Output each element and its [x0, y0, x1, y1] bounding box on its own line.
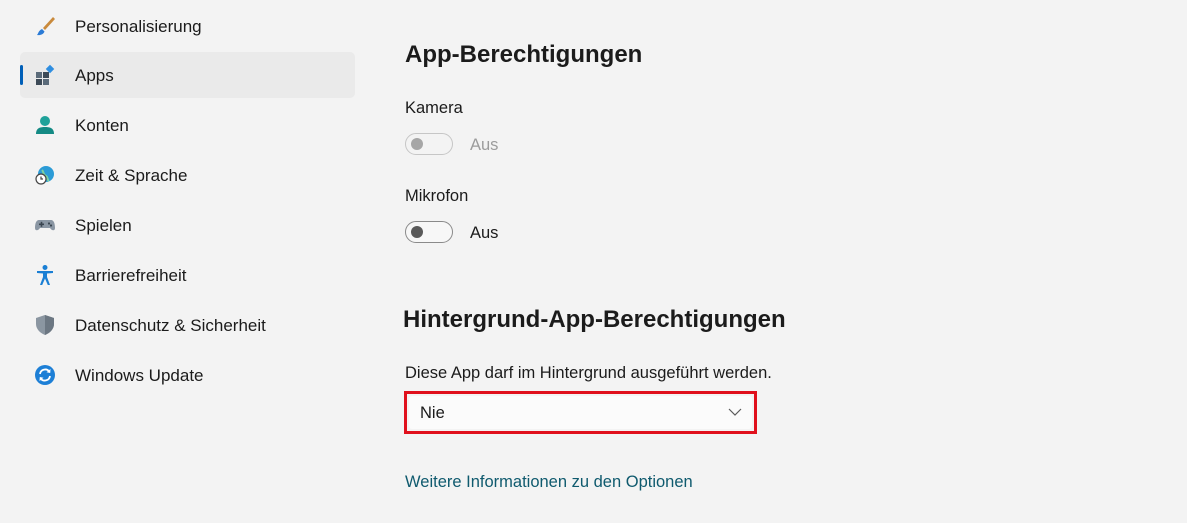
- toggle-knob: [411, 226, 423, 238]
- microphone-toggle-state: Aus: [470, 224, 499, 242]
- shield-icon: [34, 314, 56, 336]
- sidebar-item-zeit-sprache[interactable]: Zeit & Sprache: [20, 152, 355, 198]
- background-run-dropdown[interactable]: Nie: [409, 396, 752, 429]
- toggle-knob: [411, 138, 423, 150]
- sidebar-item-label: Konten: [75, 116, 129, 135]
- microphone-toggle[interactable]: [405, 221, 453, 243]
- sidebar-item-label: Spielen: [75, 216, 132, 235]
- sidebar-item-label: Windows Update: [75, 366, 204, 385]
- sidebar-item-datenschutz[interactable]: Datenschutz & Sicherheit: [20, 302, 355, 348]
- gamepad-icon: [34, 214, 56, 236]
- dropdown-selected-value: Nie: [420, 404, 445, 422]
- sidebar-item-label: Personalisierung: [75, 17, 202, 36]
- camera-label: Kamera: [405, 99, 463, 117]
- sidebar-item-apps[interactable]: Apps: [20, 52, 355, 98]
- sidebar-item-barrierefreiheit[interactable]: Barrierefreiheit: [20, 252, 355, 298]
- camera-toggle-state: Aus: [470, 136, 499, 154]
- sidebar-item-spielen[interactable]: Spielen: [20, 202, 355, 248]
- person-icon: [34, 114, 56, 136]
- globe-clock-icon: [34, 164, 56, 186]
- update-icon: [34, 364, 56, 386]
- app-permissions-heading: App-Berechtigungen: [405, 41, 643, 68]
- camera-toggle[interactable]: [405, 133, 453, 155]
- sidebar: Personalisierung Apps Konten Zeit & Spra…: [0, 0, 360, 523]
- sidebar-item-konten[interactable]: Konten: [20, 102, 355, 148]
- sidebar-item-label: Zeit & Sprache: [75, 166, 188, 185]
- sidebar-item-windows-update[interactable]: Windows Update: [20, 352, 355, 398]
- sidebar-item-label: Datenschutz & Sicherheit: [75, 316, 266, 335]
- paintbrush-icon: [34, 15, 56, 37]
- background-description: Diese App darf im Hintergrund ausgeführt…: [405, 364, 772, 382]
- accessibility-icon: [34, 264, 56, 286]
- apps-icon: [34, 64, 56, 86]
- background-permissions-heading: Hintergrund-App-Berechtigungen: [403, 306, 786, 333]
- chevron-down-icon: [728, 407, 742, 417]
- selection-indicator: [20, 65, 23, 85]
- more-info-link[interactable]: Weitere Informationen zu den Optionen: [405, 473, 693, 492]
- microphone-label: Mikrofon: [405, 187, 469, 205]
- sidebar-item-personalisierung[interactable]: Personalisierung: [20, 3, 355, 49]
- sidebar-item-label: Apps: [75, 66, 114, 85]
- sidebar-item-label: Barrierefreiheit: [75, 266, 187, 285]
